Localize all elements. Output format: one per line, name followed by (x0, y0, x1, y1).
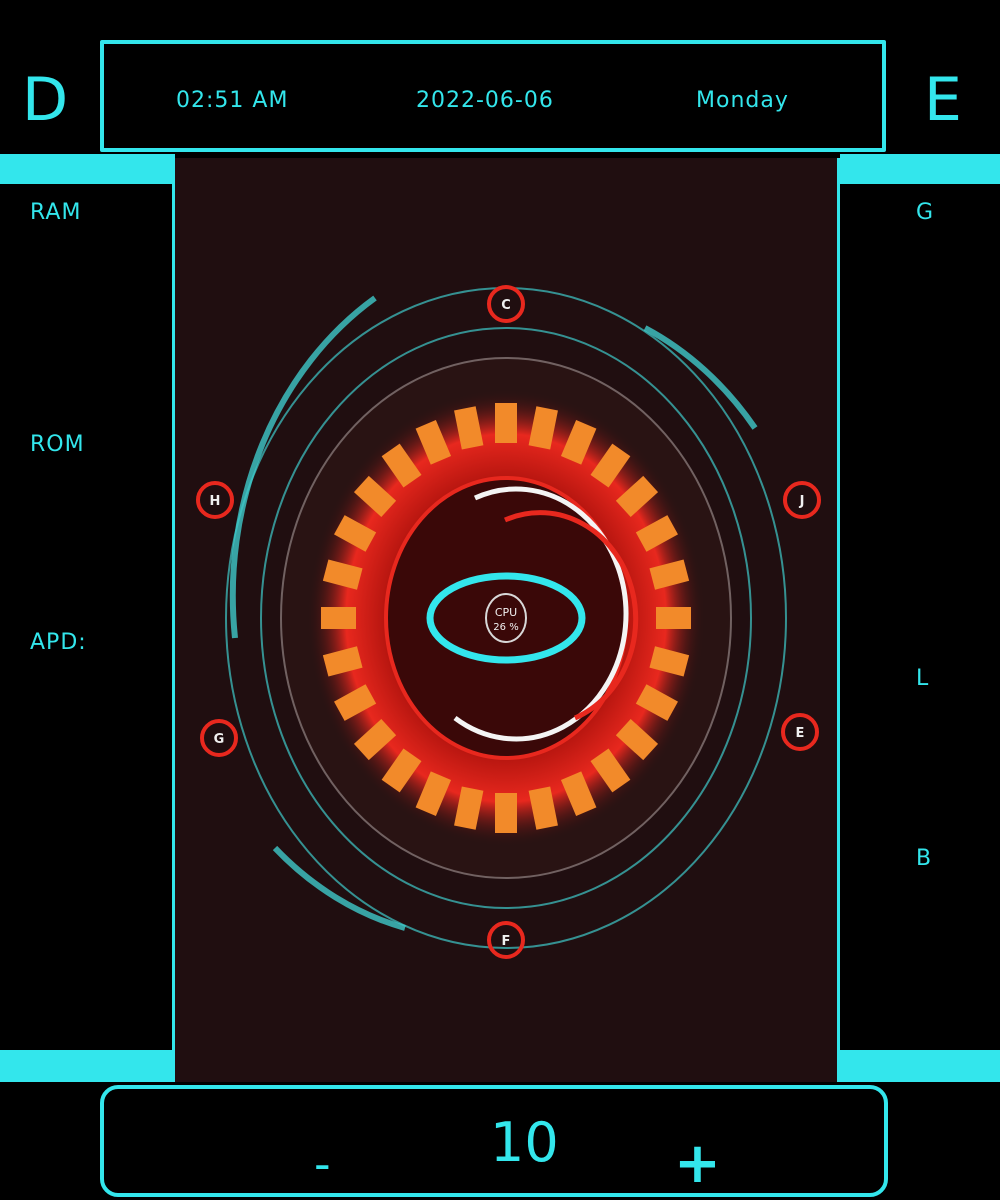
core-segment (454, 786, 484, 830)
drive-f-label: F (502, 934, 511, 949)
stepper-value: 10 (490, 1111, 559, 1174)
time-text: 02:51 AM (176, 88, 289, 113)
cpu-label: CPU (495, 606, 517, 619)
cpu-value: 26 % (493, 622, 518, 633)
core-segment (528, 786, 558, 830)
hud-graphic: CPU 26 % C H J G E F (196, 285, 821, 959)
drive-h-label: H (210, 494, 221, 509)
core-segment (560, 420, 597, 465)
apd-label[interactable]: APD: (30, 630, 87, 655)
core-segment (334, 515, 377, 552)
core-segment (560, 771, 597, 816)
core-segment (334, 684, 377, 721)
core-segment (528, 406, 558, 450)
hud-panel: CPU 26 % C H J G E F (172, 158, 840, 1082)
rom-label[interactable]: ROM (30, 432, 85, 457)
core-segment (649, 646, 690, 677)
right-label-l[interactable]: L (916, 666, 929, 691)
core-segment (635, 515, 678, 552)
core-segment (322, 646, 363, 677)
minus-button[interactable]: - (314, 1137, 331, 1191)
date-text: 2022-06-06 (416, 88, 554, 113)
value-stepper: - 10 + (100, 1085, 888, 1197)
ram-label[interactable]: RAM (30, 200, 81, 225)
core-segment (649, 559, 690, 590)
core-segment (415, 420, 452, 465)
core-segment (635, 684, 678, 721)
left-letter-d[interactable]: D (22, 70, 68, 130)
left-top-bar (0, 154, 175, 184)
day-text: Monday (696, 88, 789, 113)
core-segment (454, 406, 484, 450)
drive-e-label: E (796, 726, 805, 741)
right-letter-e[interactable]: E (924, 70, 962, 130)
right-label-b[interactable]: B (916, 846, 932, 871)
core-segment (322, 559, 363, 590)
status-bar: 02:51 AM 2022-06-06 Monday (100, 40, 886, 152)
drive-j-label: J (799, 494, 805, 509)
core-segment (415, 771, 452, 816)
drive-g-label: G (214, 732, 225, 747)
right-top-bar (840, 154, 1000, 184)
plus-button[interactable]: + (674, 1131, 721, 1196)
left-bottom-bar (0, 1050, 175, 1082)
drive-c-label: C (501, 298, 511, 313)
right-bottom-bar (840, 1050, 1000, 1082)
right-label-g[interactable]: G (916, 200, 934, 225)
